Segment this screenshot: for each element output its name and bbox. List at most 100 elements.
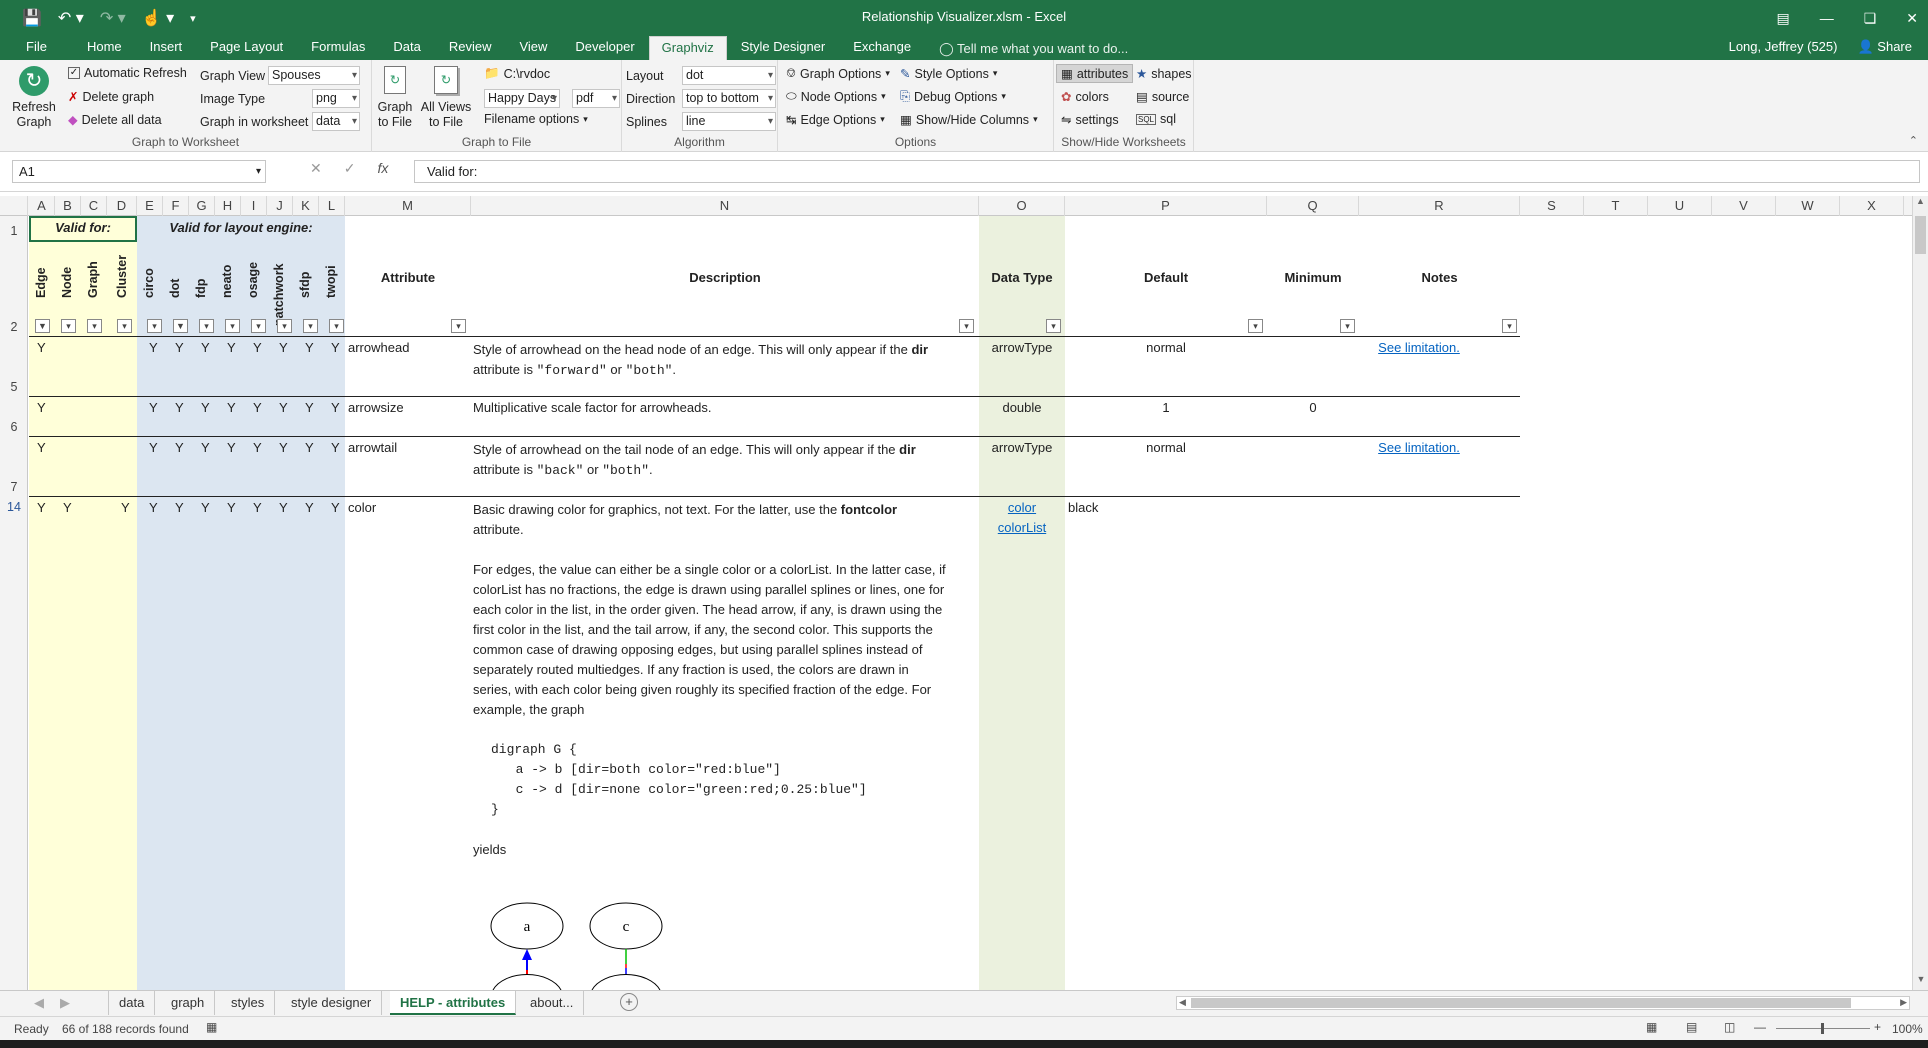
filename-options-menu[interactable]: Filename options ▾ xyxy=(484,112,588,126)
minimize-icon[interactable]: — xyxy=(1820,10,1834,26)
tab-review[interactable]: Review xyxy=(435,36,506,60)
formula-input[interactable]: Valid for: xyxy=(414,160,1920,183)
sheet-tab-about[interactable]: about... xyxy=(520,991,585,1015)
filter-dropdown-icon[interactable]: ▾ xyxy=(451,319,466,333)
colors-toggle[interactable]: ✿ colors xyxy=(1061,89,1109,105)
macro-record-icon[interactable]: ▦ xyxy=(206,1020,217,1034)
col-header-p[interactable]: P xyxy=(1065,196,1267,216)
sheet-tab-data[interactable]: data xyxy=(108,991,156,1015)
color-type-link[interactable]: color xyxy=(979,500,1065,515)
sheet-nav-prev-icon[interactable]: ◀ xyxy=(34,995,44,1011)
filter-dropdown-icon[interactable]: ▾ xyxy=(959,319,974,333)
style-options-menu[interactable]: ✎ Style Options ▾ xyxy=(900,66,997,82)
tab-home[interactable]: Home xyxy=(73,36,136,60)
col-header-b[interactable]: B xyxy=(55,196,81,216)
delete-graph-button[interactable]: ✗ Delete graph xyxy=(68,89,154,105)
delete-all-data-button[interactable]: ◆ Delete all data xyxy=(68,112,162,128)
layout-select[interactable]: dot xyxy=(682,66,776,85)
restore-icon[interactable]: ❏ xyxy=(1864,10,1877,27)
tell-me-box[interactable]: ◯ Tell me what you want to do... xyxy=(925,38,1142,60)
select-all-corner[interactable] xyxy=(0,196,28,216)
image-type-select[interactable]: png xyxy=(312,89,360,108)
show-hide-columns-menu[interactable]: ▦ Show/Hide Columns ▾ xyxy=(900,112,1038,128)
zoom-out-icon[interactable]: — xyxy=(1754,1020,1766,1034)
filter-dropdown-icon[interactable]: ▾ xyxy=(117,319,132,333)
scroll-down-icon[interactable]: ▼ xyxy=(1913,974,1928,990)
scroll-right-icon[interactable]: ▶ xyxy=(1900,997,1907,1008)
filter-dropdown-icon[interactable]: ▾ xyxy=(199,319,214,333)
name-box[interactable]: A1 ▾ xyxy=(12,160,266,183)
col-header-f[interactable]: F xyxy=(163,196,189,216)
col-header-a[interactable]: A xyxy=(29,196,55,216)
see-limitation-link[interactable]: See limitation. xyxy=(1359,440,1479,455)
horizontal-scrollbar[interactable]: ◀ ▶ xyxy=(1176,996,1910,1010)
col-header-x[interactable]: X xyxy=(1840,196,1904,216)
row-header-5[interactable]: 5 xyxy=(0,380,28,394)
col-header-s[interactable]: S xyxy=(1520,196,1584,216)
col-header-q[interactable]: Q xyxy=(1267,196,1359,216)
filter-funnel-icon[interactable]: ▼ xyxy=(35,319,50,333)
tab-formulas[interactable]: Formulas xyxy=(297,36,379,60)
sheet-tab-styles[interactable]: styles xyxy=(221,991,276,1015)
col-header-o[interactable]: O xyxy=(979,196,1065,216)
worksheet-grid[interactable]: Valid for: Valid for layout engine: Edge… xyxy=(29,216,1912,990)
vertical-scrollbar[interactable]: ▲ ▼ xyxy=(1912,196,1928,990)
filter-dropdown-icon[interactable]: ▾ xyxy=(147,319,162,333)
filter-dropdown-icon[interactable]: ▾ xyxy=(1340,319,1355,333)
tab-graphviz[interactable]: Graphviz xyxy=(648,36,727,60)
graph-in-worksheet-select[interactable]: data xyxy=(312,112,360,131)
filename-input[interactable]: Happy Days xyxy=(484,89,560,108)
filter-dropdown-icon[interactable]: ▾ xyxy=(1046,319,1061,333)
tab-file[interactable]: File xyxy=(0,36,73,60)
filter-dropdown-icon[interactable]: ▾ xyxy=(251,319,266,333)
auto-refresh-checkbox[interactable]: ✓ Automatic Refresh xyxy=(68,66,187,80)
sql-toggle[interactable]: SQL sql xyxy=(1136,112,1176,126)
zoom-in-icon[interactable]: + xyxy=(1874,1020,1881,1034)
zoom-level[interactable]: 100% xyxy=(1892,1022,1923,1036)
filter-funnel-icon[interactable]: ▼ xyxy=(173,319,188,333)
col-header-t[interactable]: T xyxy=(1584,196,1648,216)
cancel-icon[interactable]: ✕ xyxy=(310,160,322,177)
graph-to-file-button[interactable]: ↻ Graph to File xyxy=(374,66,416,130)
col-header-v[interactable]: V xyxy=(1712,196,1776,216)
colorlist-type-link[interactable]: colorList xyxy=(979,520,1065,535)
col-header-k[interactable]: K xyxy=(293,196,319,216)
filter-dropdown-icon[interactable]: ▾ xyxy=(61,319,76,333)
source-toggle[interactable]: ▤ source xyxy=(1136,89,1189,105)
ribbon-display-icon[interactable]: ▤ xyxy=(1776,10,1789,27)
col-header-h[interactable]: H xyxy=(215,196,241,216)
sheet-tab-graph[interactable]: graph xyxy=(161,991,216,1015)
graph-options-menu[interactable]: ⎊ Graph Options ▾ xyxy=(786,66,890,81)
col-header-r[interactable]: R xyxy=(1359,196,1520,216)
row-header-6[interactable]: 6 xyxy=(0,420,28,434)
tab-data[interactable]: Data xyxy=(379,36,434,60)
tab-exchange[interactable]: Exchange xyxy=(839,36,925,60)
user-name[interactable]: Long, Jeffrey (525) xyxy=(1729,39,1838,55)
close-icon[interactable]: ✕ xyxy=(1906,10,1918,27)
shapes-toggle[interactable]: ★ shapes xyxy=(1136,66,1192,82)
col-header-n[interactable]: N xyxy=(471,196,979,216)
see-limitation-link[interactable]: See limitation. xyxy=(1359,340,1479,355)
tab-insert[interactable]: Insert xyxy=(136,36,197,60)
row-header-1[interactable]: 1 xyxy=(0,224,28,238)
col-header-l[interactable]: L xyxy=(319,196,345,216)
attributes-toggle[interactable]: ▦ attributes xyxy=(1056,64,1134,83)
file-extension-select[interactable]: pdf xyxy=(572,89,620,108)
share-button[interactable]: 👤 Share xyxy=(1857,39,1912,55)
filter-dropdown-icon[interactable]: ▾ xyxy=(329,319,344,333)
edge-options-menu[interactable]: ↹ Edge Options ▾ xyxy=(786,112,885,128)
col-header-e[interactable]: E xyxy=(137,196,163,216)
sheet-nav-next-icon[interactable]: ▶ xyxy=(60,995,70,1011)
add-sheet-icon[interactable]: + xyxy=(620,993,638,1011)
zoom-slider[interactable] xyxy=(1776,1023,1870,1034)
insert-function-icon[interactable]: fx xyxy=(377,160,388,177)
tab-developer[interactable]: Developer xyxy=(561,36,648,60)
col-header-d[interactable]: D xyxy=(107,196,137,216)
sheet-tab-style-designer[interactable]: style designer xyxy=(281,991,383,1015)
scroll-left-icon[interactable]: ◀ xyxy=(1179,997,1186,1008)
settings-toggle[interactable]: ⇋ settings xyxy=(1061,112,1119,128)
enter-icon[interactable]: ✓ xyxy=(344,160,356,177)
filter-dropdown-icon[interactable]: ▾ xyxy=(1502,319,1517,333)
col-header-m[interactable]: M xyxy=(345,196,471,216)
col-header-c[interactable]: C xyxy=(81,196,107,216)
